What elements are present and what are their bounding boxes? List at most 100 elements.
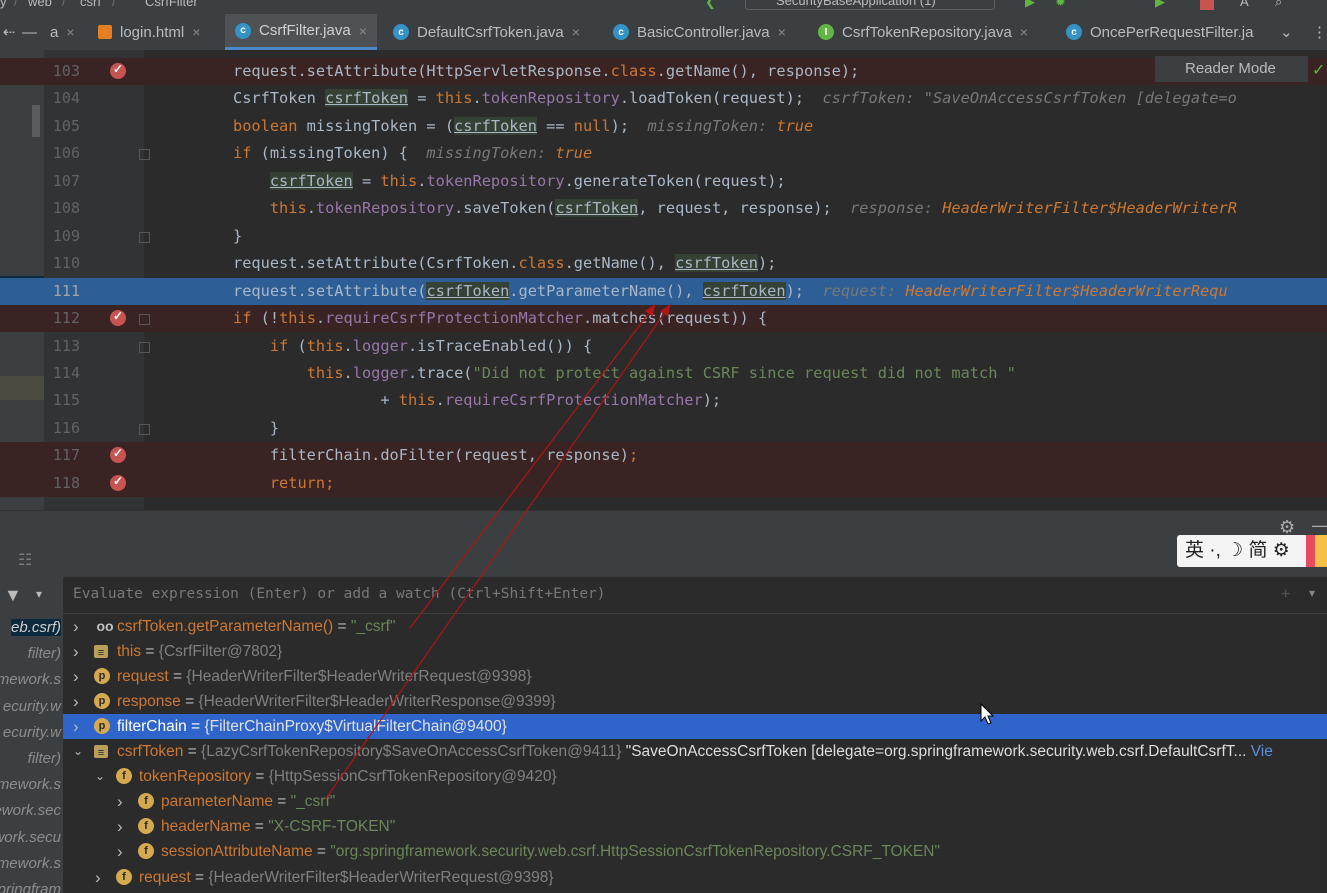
line-number[interactable]: 107 <box>44 168 80 195</box>
collapse-icon[interactable]: — <box>22 14 36 50</box>
frames-panel[interactable]: ▼ ▾ eb.csrf) filter) mework.s ecurity.w ecur… <box>0 577 63 893</box>
stack-frame[interactable]: filter) <box>28 750 61 767</box>
code-line[interactable]: 105boolean missingToken = (csrfToken == … <box>0 113 1327 140</box>
tab-truncated[interactable]: a× <box>50 14 75 50</box>
more-tabs-icon[interactable]: ⋮ <box>1312 14 1327 50</box>
collapse-chevron-icon[interactable]: ⌄ <box>73 739 83 764</box>
variable-row[interactable]: ›frequest = {HeaderWriterFilter$HeaderWr… <box>63 865 1327 890</box>
close-icon[interactable]: × <box>1020 24 1028 40</box>
code-line[interactable]: 107 csrfToken = this.tokenRepository.gen… <box>0 168 1327 195</box>
close-icon[interactable]: × <box>359 23 367 39</box>
run-icon[interactable]: ▶ <box>1025 0 1035 10</box>
stop-icon[interactable] <box>1200 0 1214 10</box>
line-number[interactable]: 104 <box>44 85 80 112</box>
line-number[interactable]: 106 <box>44 140 80 167</box>
variable-row[interactable]: ›fparameterName = "_csrf" <box>63 789 1327 814</box>
stack-frame[interactable]: work.secu <box>0 829 61 846</box>
line-number[interactable]: 103 <box>44 58 80 85</box>
variable-row[interactable]: ›≡this = {CsrfFilter@7802} <box>63 639 1327 664</box>
code-line[interactable]: 110request.setAttribute(CsrfToken.class.… <box>0 250 1327 277</box>
tab-onceperrequestfilter[interactable]: cOncePerRequestFilter.ja <box>1066 14 1253 50</box>
tab-defaultcsrftoken[interactable]: cDefaultCsrfToken.java× <box>393 14 580 50</box>
line-number[interactable]: 118 <box>44 470 80 497</box>
fold-marker-icon[interactable] <box>139 232 150 243</box>
debug-icon[interactable]: ✹ <box>1055 0 1066 10</box>
scroll-tabs-left-icon[interactable]: ⇠ <box>0 14 18 50</box>
variable-row[interactable]: ›presponse = {HeaderWriterFilter$HeaderW… <box>63 689 1327 714</box>
stack-frame[interactable]: pringfram <box>0 881 61 893</box>
breakpoint-icon[interactable] <box>110 447 126 463</box>
code-editor[interactable]: 103request.setAttribute(HttpServletRespo… <box>0 50 1327 510</box>
code-line[interactable]: 116 } <box>0 415 1327 442</box>
expand-chevron-icon[interactable]: › <box>73 614 79 639</box>
close-icon[interactable]: × <box>778 24 786 40</box>
line-number[interactable]: 112 <box>44 305 80 332</box>
line-number[interactable]: 117 <box>44 442 80 469</box>
code-line[interactable]: 109} <box>0 223 1327 250</box>
line-number[interactable]: 111 <box>44 278 80 305</box>
crumb-item[interactable]: csrf <box>80 0 101 9</box>
expand-chevron-icon[interactable]: › <box>117 789 123 814</box>
search-icon[interactable]: ⌕ <box>1275 0 1282 10</box>
minimize-icon[interactable]: — <box>1312 515 1327 536</box>
fold-marker-icon[interactable] <box>139 314 150 325</box>
crumb-item[interactable]: y <box>0 0 7 9</box>
stack-frame[interactable]: ecurity.w <box>3 698 61 715</box>
code-line[interactable]: 104CsrfToken csrfToken = this.tokenRepos… <box>0 85 1327 112</box>
code-line[interactable]: 115 + this.requireCsrfProtectionMatcher)… <box>0 387 1327 414</box>
expand-chevron-icon[interactable]: › <box>73 664 79 689</box>
code-line[interactable]: 108 this.tokenRepository.saveToken(csrfT… <box>0 195 1327 222</box>
code-line[interactable]: 111request.setAttribute(csrfToken.getPar… <box>0 278 1327 305</box>
fold-marker-icon[interactable] <box>139 424 150 435</box>
close-icon[interactable]: × <box>192 24 200 40</box>
close-icon[interactable]: × <box>66 24 74 40</box>
variable-row[interactable]: ›fsessionAttributeName = "org.springfram… <box>63 839 1327 864</box>
stack-frame[interactable]: mework.s <box>0 855 61 872</box>
tab-csrftokenrepository[interactable]: ICsrfTokenRepository.java× <box>818 14 1028 50</box>
stack-frame[interactable]: mework.s <box>0 776 61 793</box>
expand-chevron-icon[interactable]: › <box>117 839 123 864</box>
stack-frame[interactable]: ecurity.w <box>3 724 61 741</box>
expand-chevron-icon[interactable]: › <box>73 689 79 714</box>
ime-status-bar[interactable]: 英 ·, ☽ 简 ⚙ <box>1177 535 1327 567</box>
evaluate-expression-input[interactable]: Evaluate expression (Enter) or add a wat… <box>73 586 606 602</box>
add-watch-icon[interactable]: + <box>1281 586 1290 604</box>
close-icon[interactable]: × <box>572 24 580 40</box>
code-line[interactable]: 114 this.logger.trace("Did not protect a… <box>0 360 1327 387</box>
variable-row[interactable]: ⌄ftokenRepository = {HttpSessionCsrfToke… <box>63 764 1327 789</box>
reader-mode-button[interactable]: Reader Mode <box>1155 56 1308 82</box>
collapse-chevron-icon[interactable]: ⌄ <box>95 764 105 789</box>
dropdown-icon[interactable]: ▾ <box>36 587 42 601</box>
line-number[interactable]: 113 <box>44 333 80 360</box>
variable-row[interactable]: ›prequest = {HeaderWriterFilter$HeaderWr… <box>63 664 1327 689</box>
breakpoint-icon[interactable] <box>110 475 126 491</box>
expand-icon[interactable]: ▾ <box>1309 586 1315 600</box>
stack-frame[interactable]: eb.csrf) <box>11 619 61 636</box>
code-line[interactable]: 106if (missingToken) { missingToken: tru… <box>0 140 1327 167</box>
code-line[interactable]: 112if (!this.requireCsrfProtectionMatche… <box>0 305 1327 332</box>
expand-chevron-icon[interactable]: › <box>95 865 101 890</box>
run-config-selector[interactable]: SecurityBaseApplication (1) <box>745 0 995 10</box>
variable-row[interactable]: ›pfilterChain = {FilterChainProxy$Virtua… <box>63 714 1327 739</box>
filter-icon[interactable]: ▼ <box>4 585 22 606</box>
tab-login-html[interactable]: login.html× <box>98 14 200 50</box>
view-link[interactable]: Vie <box>1246 743 1272 760</box>
stack-frame[interactable]: ework.sec <box>0 802 61 819</box>
variable-row[interactable]: ⌄≡csrfToken = {LazyCsrfTokenRepository$S… <box>63 739 1327 764</box>
stack-frame[interactable]: mework.s <box>0 671 61 688</box>
line-number[interactable]: 116 <box>44 415 80 442</box>
evaluate-expression-bar[interactable]: Evaluate expression (Enter) or add a wat… <box>63 577 1327 614</box>
tab-csrffilter[interactable]: cCsrfFilter.java× <box>225 14 377 50</box>
line-number[interactable]: 114 <box>44 360 80 387</box>
fold-marker-icon[interactable] <box>139 149 150 160</box>
tab-list-chevron-icon[interactable]: ⌄ <box>1280 14 1293 50</box>
crumb-item[interactable]: CsrfFilter <box>145 0 198 9</box>
tab-basiccontroller[interactable]: cBasicController.java× <box>613 14 786 50</box>
line-number[interactable]: 110 <box>44 250 80 277</box>
expand-chevron-icon[interactable]: › <box>73 714 79 739</box>
breakpoint-icon[interactable] <box>110 310 126 326</box>
layout-icon[interactable]: ☷ <box>18 550 32 570</box>
code-line[interactable]: 103request.setAttribute(HttpServletRespo… <box>0 58 1327 85</box>
code-line[interactable]: 117 filterChain.doFilter(request, respon… <box>0 442 1327 469</box>
line-number[interactable]: 108 <box>44 195 80 222</box>
